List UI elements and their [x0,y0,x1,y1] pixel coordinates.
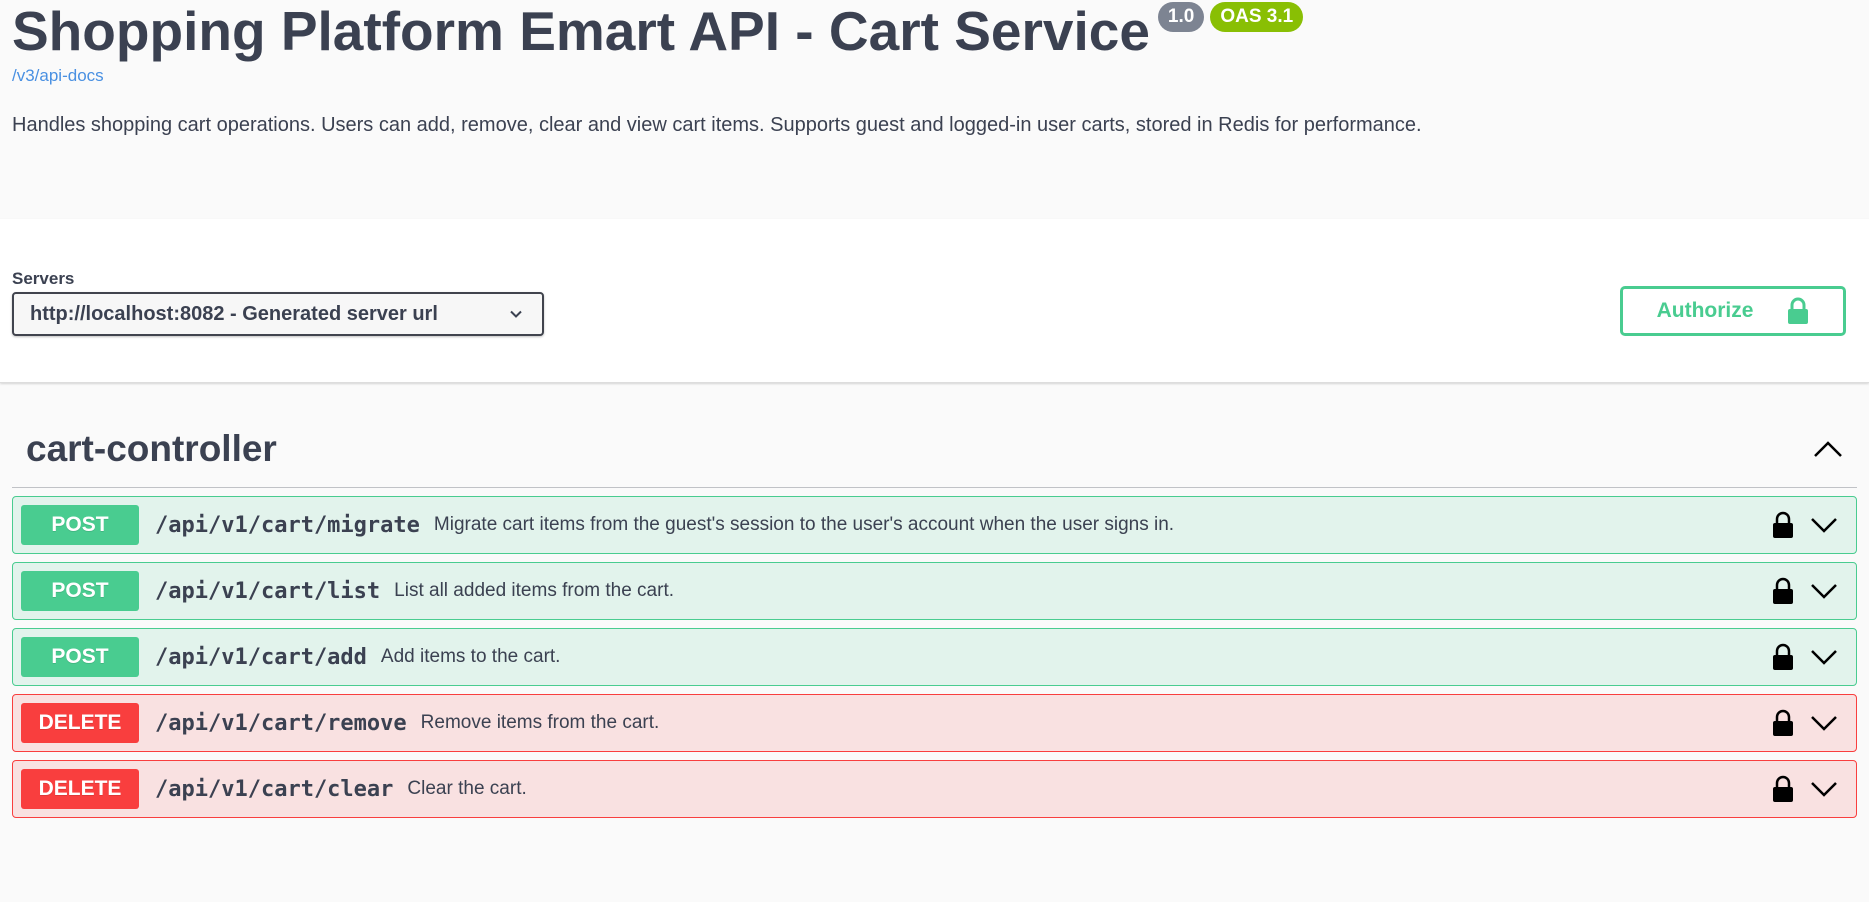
method-badge: POST [21,505,139,545]
operation-summary: List all added items from the cart. [394,580,675,601]
method-badge: POST [21,571,139,611]
version-badge: 1.0 [1157,2,1205,32]
operation-row[interactable]: DELETE /api/v1/cart/remove Remove items … [12,694,1857,752]
method-badge: DELETE [21,703,139,743]
servers-label: Servers [12,269,75,288]
operation-path: /api/v1/cart/migrate [155,512,420,538]
cart-controller-section: cart-controller POST /api/v1/cart/migrat… [0,383,1869,818]
servers-bar: Servers http://localhost:8082 - Generate… [0,219,1869,383]
server-select[interactable]: http://localhost:8082 - Generated server… [12,292,544,336]
chevron-up-icon[interactable] [1813,439,1843,459]
operation-path: /api/v1/cart/clear [155,776,394,802]
chevron-down-icon[interactable] [1810,648,1838,666]
operation-icons [1772,695,1838,751]
tag-header[interactable]: cart-controller [12,383,1857,488]
operation-path: /api/v1/cart/list [155,578,381,604]
chevron-down-icon [510,310,522,318]
operation-summary: Migrate cart items from the guest's sess… [433,514,1175,535]
badges: 1.0 OAS 3.1 [1157,2,1304,32]
lock-icon[interactable] [1772,511,1794,539]
operation-row[interactable]: POST /api/v1/cart/add Add items to the c… [12,628,1857,686]
operation-summary: Remove items from the cart. [420,712,660,733]
chevron-down-icon[interactable] [1810,714,1838,732]
chevron-down-icon[interactable] [1810,780,1838,798]
chevron-down-icon[interactable] [1810,582,1838,600]
api-description: Handles shopping cart operations. Users … [12,114,1422,136]
api-docs-link[interactable]: /v3/api-docs [12,66,104,86]
lock-icon[interactable] [1772,775,1794,803]
operation-icons [1772,629,1838,685]
method-badge: DELETE [21,769,139,809]
title-row: Shopping Platform Emart API - Cart Servi… [12,0,1857,62]
lock-icon[interactable] [1772,643,1794,671]
operation-path: /api/v1/cart/remove [155,710,407,736]
authorize-button[interactable]: Authorize [1620,286,1846,336]
operation-icons [1772,563,1838,619]
operation-icons [1772,761,1838,817]
operation-path: /api/v1/cart/add [155,644,367,670]
operation-icons [1772,497,1838,553]
operation-summary: Add items to the cart. [380,646,561,667]
authorize-label: Authorize [1656,299,1754,322]
chevron-down-icon[interactable] [1810,516,1838,534]
operation-row[interactable]: DELETE /api/v1/cart/clear Clear the cart… [12,760,1857,818]
server-select-value: http://localhost:8082 - Generated server… [30,302,438,325]
page-title: Shopping Platform Emart API - Cart Servi… [12,0,1150,62]
lock-icon[interactable] [1772,709,1794,737]
lock-icon[interactable] [1772,577,1794,605]
oas-badge: OAS 3.1 [1210,2,1304,32]
operation-row[interactable]: POST /api/v1/cart/list List all added it… [12,562,1857,620]
tag-name: cart-controller [26,428,277,469]
lock-icon [1788,297,1809,324]
method-badge: POST [21,637,139,677]
info-section: Shopping Platform Emart API - Cart Servi… [0,0,1869,219]
operation-summary: Clear the cart. [407,778,527,799]
operation-row[interactable]: POST /api/v1/cart/migrate Migrate cart i… [12,496,1857,554]
